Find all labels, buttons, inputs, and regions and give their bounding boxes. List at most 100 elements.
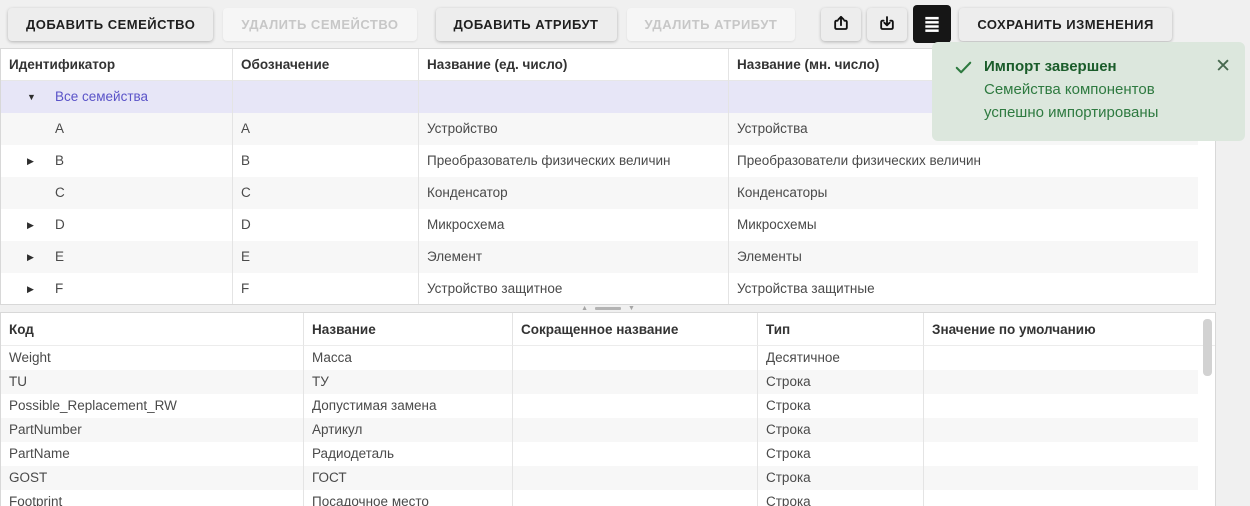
toolbar: ДОБАВИТЬ СЕМЕЙСТВО УДАЛИТЬ СЕМЕЙСТВО ДОБ… — [0, 0, 1250, 48]
expand-icon[interactable]: ▶ — [27, 145, 55, 177]
table-row[interactable]: Weight Масса Десятичное — [1, 346, 1215, 370]
code-cell: Possible_Replacement_RW — [1, 394, 304, 418]
close-icon[interactable]: ✕ — [1209, 55, 1231, 141]
table-row[interactable]: PartNumber Артикул Строка — [1, 418, 1215, 442]
splitter-bar — [595, 306, 621, 310]
name-cell: Масса — [304, 346, 513, 370]
default-value-cell — [924, 442, 1198, 466]
name-cell: Артикул — [304, 418, 513, 442]
attributes-table: Код Название Сокращенное название Тип Зн… — [0, 312, 1216, 506]
log-panel-button[interactable] — [913, 5, 952, 43]
splitter-down-icon: ▼ — [628, 304, 635, 312]
column-header-default-value[interactable]: Значение по умолчанию — [924, 313, 1198, 346]
type-cell: Строка — [758, 466, 924, 490]
splitter-handle[interactable]: ▲ ▼ — [581, 305, 635, 312]
name-plural-cell: Элементы — [737, 249, 802, 264]
column-header-identifier[interactable]: Идентификатор — [1, 49, 233, 81]
designation-cell: E — [233, 241, 419, 273]
identifier-cell: D — [55, 217, 65, 232]
add-attribute-button[interactable]: ДОБАВИТЬ АТРИБУТ — [435, 7, 617, 41]
expand-icon[interactable]: ▶ — [27, 209, 55, 241]
table-row[interactable]: TU ТУ Строка — [1, 370, 1215, 394]
short-name-cell — [513, 394, 758, 418]
name-singular-cell: Преобразователь физических величин — [419, 145, 729, 177]
short-name-cell — [513, 370, 758, 394]
table-row[interactable]: Footprint Посадочное место Строка — [1, 490, 1215, 506]
identifier-cell: A — [55, 121, 65, 136]
export-button[interactable] — [867, 7, 908, 41]
code-cell: PartNumber — [1, 418, 304, 442]
column-header-code[interactable]: Код — [1, 313, 304, 346]
import-toast: Импорт завершен Семейства компонентов ус… — [932, 42, 1245, 141]
table-row[interactable]: ▶ D D Микросхема Микросхемы — [1, 209, 1215, 241]
column-header-short-name[interactable]: Сокращенное название — [513, 313, 758, 346]
short-name-cell — [513, 418, 758, 442]
identifier-cell: Все семейства — [55, 89, 149, 104]
default-value-cell — [924, 346, 1198, 370]
table-row[interactable]: Possible_Replacement_RW Допустимая замен… — [1, 394, 1215, 418]
designation-cell: B — [233, 145, 419, 177]
name-plural-cell: Устройства защитные — [737, 281, 875, 296]
designation-cell: D — [233, 209, 419, 241]
name-singular-cell: Конденсатор — [419, 177, 729, 209]
toast-message-line1: Семейства компонентов — [984, 81, 1155, 98]
name-cell: ТУ — [304, 370, 513, 394]
vertical-scrollbar[interactable] — [1203, 319, 1212, 376]
identifier-cell: F — [55, 281, 64, 296]
table-row[interactable]: ▶ B B Преобразователь физических величин… — [1, 145, 1215, 177]
column-header-designation[interactable]: Обозначение — [233, 49, 419, 81]
table-row[interactable]: ▶ E E Элемент Элементы — [1, 241, 1215, 273]
row-gutter — [1198, 394, 1215, 418]
code-cell: Footprint — [1, 490, 304, 506]
designation-cell — [233, 81, 419, 113]
type-cell: Строка — [758, 442, 924, 466]
column-header-name-singular[interactable]: Название (ед. число) — [419, 49, 729, 81]
short-name-cell — [513, 346, 758, 370]
delete-attribute-button[interactable]: УДАЛИТЬ АТРИБУТ — [626, 7, 796, 41]
row-gutter — [1198, 273, 1215, 304]
default-value-cell — [924, 466, 1198, 490]
expand-icon[interactable]: ▶ — [27, 241, 55, 273]
splitter-up-icon: ▲ — [581, 304, 588, 312]
type-cell: Строка — [758, 370, 924, 394]
column-header-type[interactable]: Тип — [758, 313, 924, 346]
row-gutter — [1198, 490, 1215, 506]
type-cell: Строка — [758, 394, 924, 418]
row-gutter — [1198, 442, 1215, 466]
table-row[interactable]: C C Конденсатор Конденсаторы — [1, 177, 1215, 209]
name-plural-cell: Конденсаторы — [737, 185, 828, 200]
toast-message-line2: успешно импортированы — [984, 104, 1159, 121]
code-cell: Weight — [1, 346, 304, 370]
toast-title: Импорт завершен — [984, 58, 1117, 75]
column-header-name[interactable]: Название — [304, 313, 513, 346]
default-value-cell — [924, 370, 1198, 394]
delete-family-button[interactable]: УДАЛИТЬ СЕМЕЙСТВО — [223, 7, 417, 41]
short-name-cell — [513, 466, 758, 490]
code-cell: GOST — [1, 466, 304, 490]
default-value-cell — [924, 490, 1198, 506]
download-icon — [877, 14, 897, 34]
table-row[interactable]: PartName Радиодеталь Строка — [1, 442, 1215, 466]
list-icon — [922, 14, 942, 34]
table-row[interactable]: ▶ F F Устройство защитное Устройства защ… — [1, 273, 1215, 304]
row-gutter — [1198, 241, 1215, 273]
row-gutter — [1198, 145, 1215, 177]
name-singular-cell: Микросхема — [419, 209, 729, 241]
default-value-cell — [924, 418, 1198, 442]
save-changes-button[interactable]: СОХРАНИТЬ ИЗМЕНЕНИЯ — [959, 7, 1172, 41]
short-name-cell — [513, 442, 758, 466]
table-row[interactable]: GOST ГОСТ Строка — [1, 466, 1215, 490]
row-gutter — [1198, 209, 1215, 241]
attributes-table-header: Код Название Сокращенное название Тип Зн… — [1, 313, 1215, 346]
add-family-button[interactable]: ДОБАВИТЬ СЕМЕЙСТВО — [8, 7, 214, 41]
name-singular-cell: Элемент — [419, 241, 729, 273]
upload-icon — [831, 14, 851, 34]
designation-cell: C — [233, 177, 419, 209]
designation-cell: A — [233, 113, 419, 145]
import-button[interactable] — [821, 7, 862, 41]
collapse-icon[interactable]: ▼ — [27, 81, 55, 113]
expand-icon[interactable]: ▶ — [27, 273, 55, 304]
row-gutter — [1198, 177, 1215, 209]
name-plural-cell: Преобразователи физических величин — [737, 153, 982, 168]
short-name-cell — [513, 490, 758, 506]
